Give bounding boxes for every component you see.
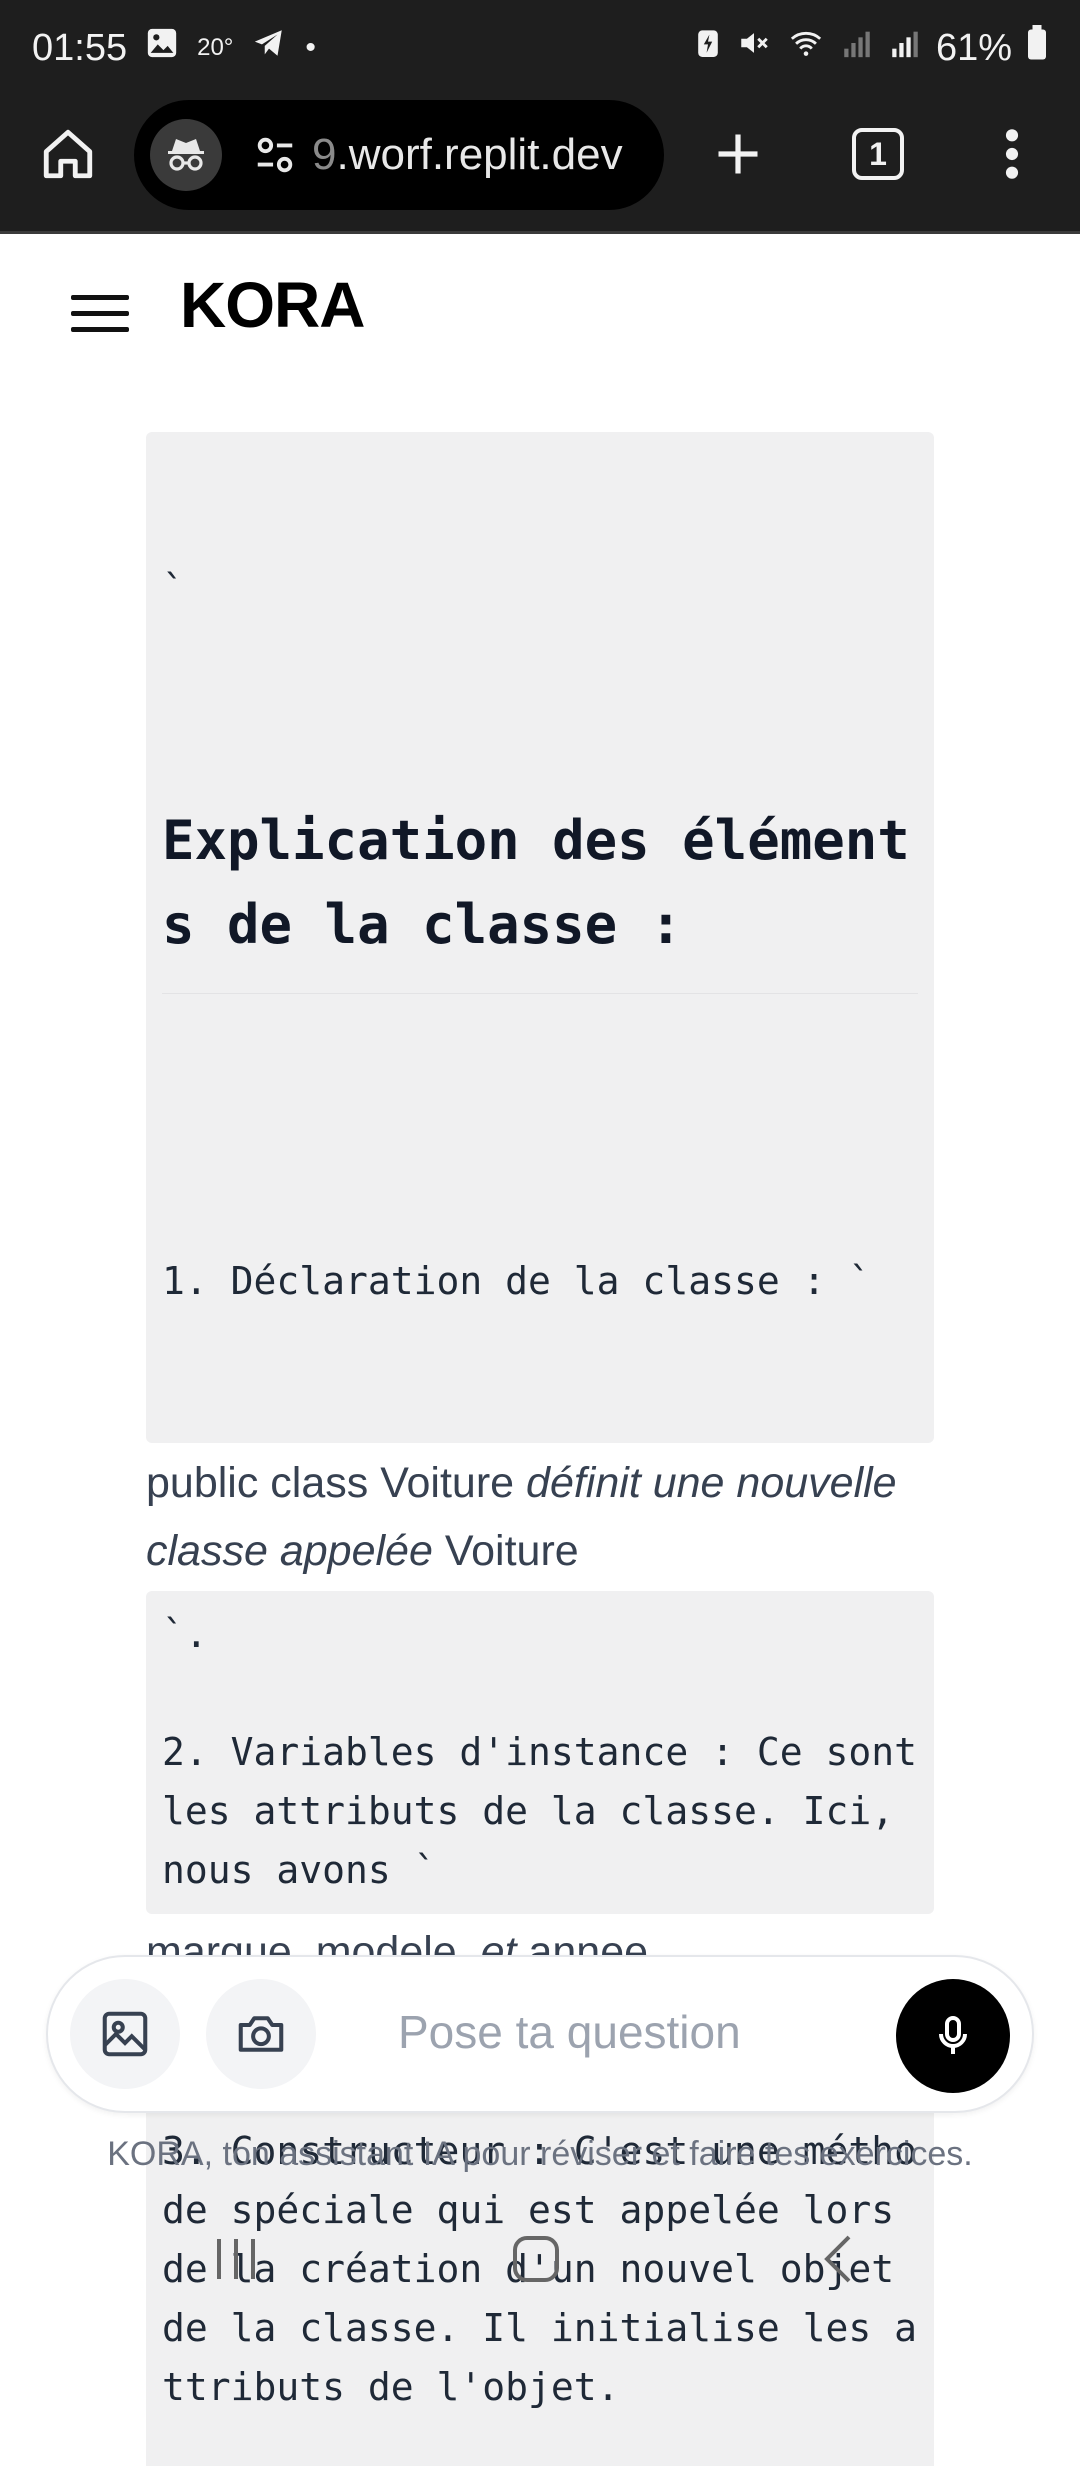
chat-input-bar: Pose ta question [46, 1955, 1034, 2113]
telegram-icon [251, 26, 287, 70]
more-menu-icon[interactable] [980, 122, 1044, 186]
tab-count: 1 [852, 128, 904, 180]
home-icon[interactable] [36, 122, 100, 186]
camera-icon [238, 2016, 284, 2052]
code-line: 1. Déclaration de la classe : ` [162, 1259, 872, 1303]
system-nav-bar [0, 2200, 1080, 2316]
weather-temp: 20° [197, 34, 234, 61]
battery-level: 61% [935, 26, 1012, 69]
footer-note: KORA, ton assistant IA pour réviser et f… [107, 2135, 973, 2173]
question-input[interactable]: Pose ta question [398, 2005, 741, 2059]
hamburger-menu-icon[interactable] [68, 287, 132, 339]
status-bar: 01:55 20° • 61% [0, 0, 1080, 96]
new-tab-icon[interactable] [704, 120, 772, 188]
app-title: KORA [180, 269, 365, 341]
wifi-icon [786, 26, 826, 70]
browser-toolbar: 9.worf.replit.dev 1 [0, 96, 1080, 234]
gallery-notification-icon [145, 26, 179, 70]
code-tick: ` [162, 567, 185, 611]
dot-icon: • [305, 31, 316, 64]
mute-icon [736, 26, 772, 70]
app-header [0, 237, 1080, 387]
battery-saver-icon [694, 26, 722, 70]
battery-icon [1026, 25, 1048, 71]
code-block: ` Explication des éléments de la classe … [146, 432, 934, 1443]
url-text: 9.worf.replit.dev [312, 130, 623, 179]
prose-text: public class Voiture définit une nouvell… [146, 1459, 897, 1575]
status-time: 01:55 [32, 26, 128, 69]
incognito-icon [150, 119, 222, 191]
site-settings-icon[interactable] [252, 132, 298, 178]
home-nav-icon[interactable] [506, 2232, 566, 2286]
code-heading: Explication des éléments de la classe : [162, 799, 918, 994]
camera-button[interactable] [206, 1979, 316, 2089]
back-nav-icon[interactable] [814, 2232, 864, 2286]
signal-icon-1 [840, 26, 874, 70]
mic-button[interactable] [896, 1979, 1010, 2093]
image-upload-button[interactable] [70, 1979, 180, 2089]
signal-icon-2 [888, 26, 922, 70]
mic-icon [939, 2016, 967, 2054]
image-icon [102, 2011, 148, 2057]
address-bar[interactable]: 9.worf.replit.dev [134, 100, 664, 210]
code-block: `. 2. Variables d'instance : Ce sont les… [146, 1591, 934, 1914]
tab-switcher-button[interactable]: 1 [846, 122, 910, 186]
recent-apps-icon[interactable] [206, 2234, 266, 2284]
